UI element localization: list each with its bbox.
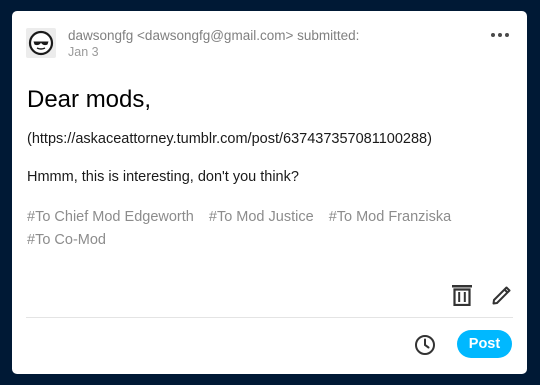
submitter-line[interactable]: dawsongfg <dawsongfg@gmail.com> submitte… [68,28,359,44]
tag-co-mod[interactable]: #To Co-Mod [27,229,106,252]
post-link-text: (https://askaceattorney.tumblr.com/post/… [27,131,432,147]
submission-card: dawsongfg <dawsongfg@gmail.com> submitte… [12,11,527,374]
post-button[interactable]: Post [457,330,512,358]
more-dot [498,33,502,37]
trash-icon [452,285,472,306]
pencil-icon [492,286,511,305]
submission-date[interactable]: Jan 3 [68,44,359,60]
sunglasses-avatar-icon [28,30,54,56]
more-dot [491,33,495,37]
tag-list: #To Chief Mod Edgeworth #To Mod Justice … [27,206,507,252]
tag-mod-franziska[interactable]: #To Mod Franziska [329,206,452,229]
more-options-icon[interactable] [491,33,509,37]
submission-meta: dawsongfg <dawsongfg@gmail.com> submitte… [68,28,359,60]
edit-button[interactable] [490,283,514,307]
tag-mod-justice[interactable]: #To Mod Justice [209,206,314,229]
delete-button[interactable] [450,283,474,307]
divider [26,317,513,318]
avatar[interactable] [26,28,56,58]
more-dot [505,33,509,37]
post-title: Dear mods, [27,86,152,113]
clock-icon [415,335,435,355]
schedule-button[interactable] [413,333,437,357]
post-body-text: Hmmm, this is interesting, don't you thi… [27,169,299,185]
tag-chief-mod-edgeworth[interactable]: #To Chief Mod Edgeworth [27,206,194,229]
